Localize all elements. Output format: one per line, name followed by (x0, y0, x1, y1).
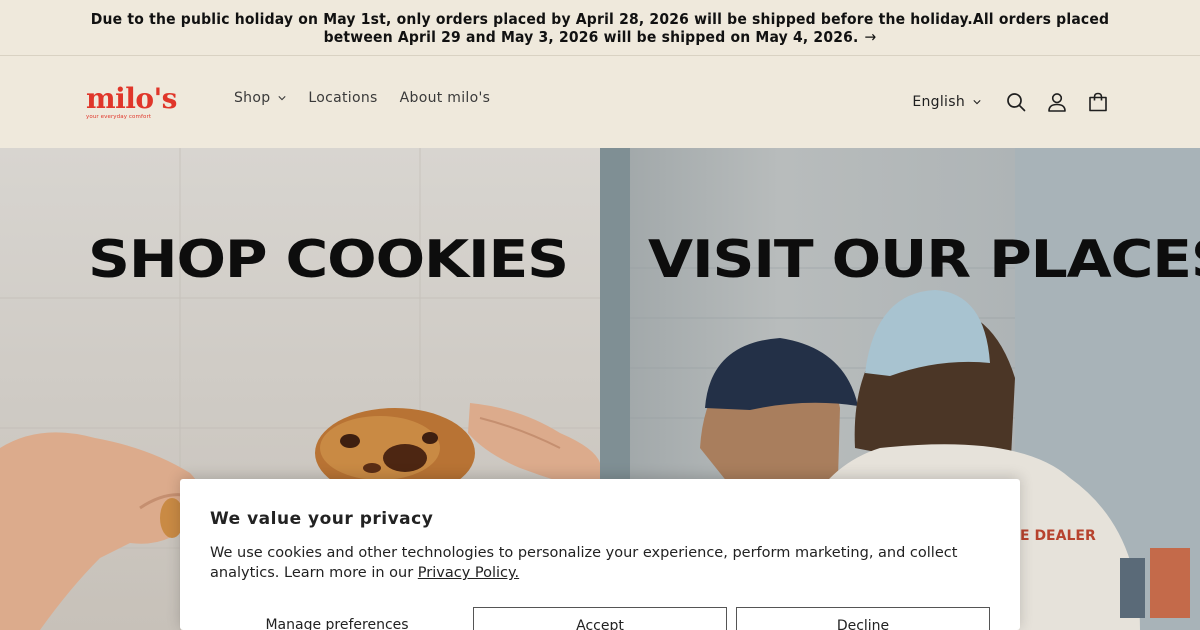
language-selector[interactable]: English (912, 94, 981, 110)
account-icon (1047, 93, 1066, 112)
cookie-body: We use cookies and other technologies to… (210, 543, 990, 583)
cookie-title: We value your privacy (210, 509, 434, 529)
manage-preferences-button[interactable]: Manage preferences (210, 607, 464, 630)
announcement-text: Due to the public holiday on May 1st, on… (90, 9, 1110, 46)
nav-item-shop[interactable]: Shop (234, 90, 287, 106)
cookie-body-text: We use cookies and other technologies to… (210, 545, 958, 581)
chevron-down-icon (973, 100, 981, 105)
announcement-bar: Due to the public holiday on May 1st, on… (0, 0, 1200, 56)
decline-button[interactable]: Decline (736, 607, 990, 630)
logo-wordmark: milo's (86, 82, 177, 115)
site-header: milo's your everyday comfort Shop Locati… (0, 57, 1200, 148)
cart-icon (1088, 92, 1107, 112)
nav-item-label: About milo's (399, 90, 491, 106)
search-button[interactable] (995, 82, 1036, 122)
visit-places-title: VISIT OUR PLACES (648, 230, 1200, 290)
shirt-text: E DEALER (1020, 528, 1096, 544)
nav-item-label: Shop (234, 90, 271, 106)
cookie-consent-dialog: We value your privacy We use cookies and… (180, 479, 1020, 630)
account-button[interactable] (1036, 82, 1077, 122)
nav-item-about[interactable]: About milo's (400, 90, 491, 106)
search-icon (1006, 93, 1025, 112)
nav-item-label: Locations (308, 90, 378, 106)
cart-button[interactable] (1077, 82, 1118, 122)
logo[interactable]: milo's your everyday comfort (86, 85, 198, 125)
language-label: English (912, 94, 965, 110)
cookie-buttons: Manage preferences Accept Decline (210, 607, 990, 630)
main-nav: Shop Locations About milo's (234, 90, 490, 106)
header-tools: English (912, 82, 1118, 122)
nav-item-locations[interactable]: Locations (308, 90, 377, 106)
shop-cookies-title: SHOP COOKIES (88, 230, 569, 290)
logo-tagline: your everyday comfort (86, 114, 152, 120)
arrow-right-icon: → (864, 27, 877, 46)
accept-button[interactable]: Accept (473, 607, 727, 630)
chevron-down-icon (278, 96, 287, 101)
announcement-link[interactable]: Due to the public holiday on May 1st, on… (60, 10, 1140, 46)
privacy-policy-link[interactable]: Privacy Policy. (418, 565, 519, 581)
